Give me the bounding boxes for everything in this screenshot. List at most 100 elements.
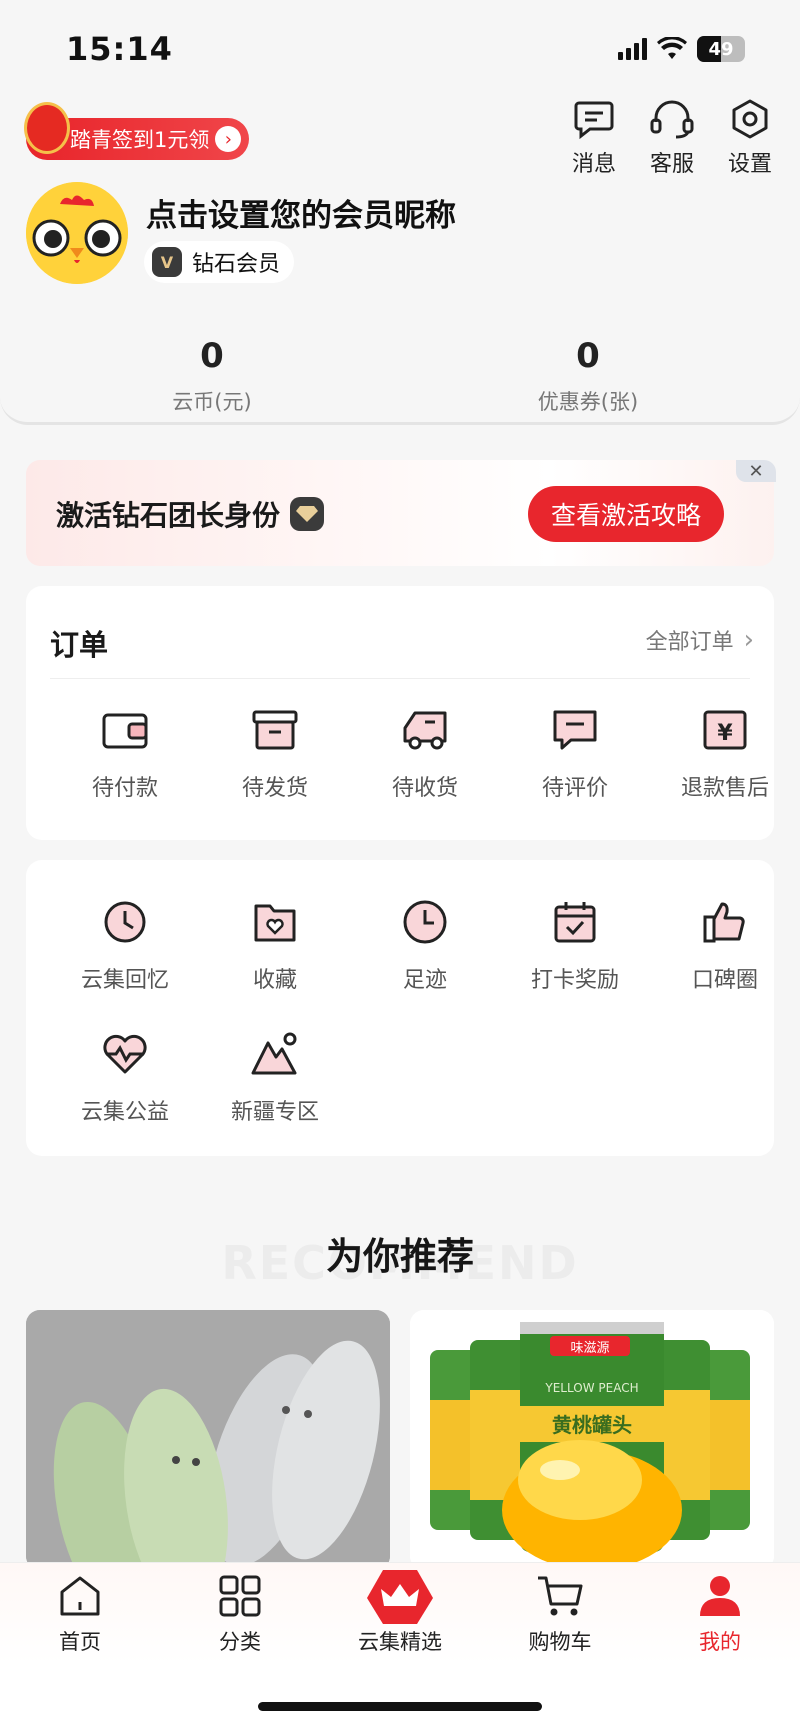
product-card-slippers[interactable] <box>26 1310 390 1570</box>
divider <box>50 678 750 679</box>
messages-button[interactable]: 消息 <box>564 98 624 178</box>
truck-icon <box>399 704 451 756</box>
cloud-coin-value: 0 <box>200 336 224 376</box>
history-icon <box>99 896 151 948</box>
order-refund[interactable]: ¥ 退款售后 <box>650 704 800 802</box>
all-orders-label: 全部订单 <box>645 630 734 655</box>
order-item-label: 待评价 <box>541 776 608 801</box>
service-label: 新疆专区 <box>230 1100 319 1125</box>
thumbs-up-icon <box>699 896 751 948</box>
favorite-folder-icon <box>249 896 301 948</box>
view-activation-guide-button[interactable]: 查看激活攻略 <box>528 486 724 542</box>
banner-title-wrap: 激活钻石团长身份 <box>56 494 325 534</box>
settings-icon <box>732 99 768 139</box>
cart-icon <box>538 1576 583 1616</box>
services-card: 云集回忆 收藏 足迹 打卡奖励 口碑圈 云集公益 新疆专区 <box>26 860 774 1156</box>
vip-badge-icon: V <box>152 247 182 277</box>
customer-service-button[interactable]: 客服 <box>642 98 702 178</box>
orders-title: 订单 <box>50 628 109 662</box>
svg-text:¥: ¥ <box>717 721 733 746</box>
settings-button[interactable]: 设置 <box>720 98 780 178</box>
service-xinjiang-zone[interactable]: 新疆专区 <box>200 1028 350 1126</box>
tab-label: 分类 <box>219 1630 261 1654</box>
cellular-signal-icon <box>618 38 647 60</box>
order-item-label: 待付款 <box>91 776 158 801</box>
stats-panel-edge <box>0 395 800 425</box>
tab-featured[interactable]: 云集精选 <box>340 1568 460 1656</box>
member-level-label: 钻石会员 <box>192 252 281 277</box>
status-time: 15:14 <box>66 30 173 68</box>
order-item-label: 待收货 <box>391 776 458 801</box>
service-label: 收藏 <box>252 968 297 993</box>
yellow-peach-can-product-image: 味滋源 YELLOW PEACH 黄桃罐头 <box>410 1310 774 1570</box>
chevron-right-icon: › <box>215 126 242 152</box>
order-pending-payment[interactable]: 待付款 <box>50 704 200 802</box>
tab-home[interactable]: 首页 <box>20 1574 140 1656</box>
service-favorites[interactable]: 收藏 <box>200 896 350 994</box>
tab-cart[interactable]: 购物车 <box>500 1574 620 1656</box>
chick-avatar-icon <box>26 182 128 284</box>
checkin-promo-button[interactable]: 踏青签到1元领 › <box>24 102 250 160</box>
battery-icon: 49 <box>697 36 745 62</box>
order-item-label: 退款售后 <box>680 776 769 801</box>
settings-label: 设置 <box>727 152 772 177</box>
all-orders-link[interactable]: 全部订单 › <box>646 624 754 656</box>
chevron-right-icon: › <box>743 625 754 655</box>
tab-label: 购物车 <box>528 1630 592 1654</box>
coupon-value: 0 <box>576 336 600 376</box>
service-checkin-rewards[interactable]: 打卡奖励 <box>500 896 650 994</box>
profile-icon <box>700 1576 740 1616</box>
mountain-icon <box>249 1028 301 1080</box>
slippers-product-image <box>26 1310 390 1570</box>
lantern-icon <box>24 102 70 154</box>
home-icon <box>60 1576 100 1616</box>
order-pending-receipt[interactable]: 待收货 <box>350 704 500 802</box>
orders-card: 订单 全部订单 › 待付款 待发货 待收货 待评价 ¥ 退款售后 <box>26 586 774 840</box>
product-card-yellow-peach[interactable]: 味滋源 YELLOW PEACH 黄桃罐头 <box>410 1310 774 1570</box>
battery-level: 49 <box>708 38 734 60</box>
order-pending-shipment[interactable]: 待发货 <box>200 704 350 802</box>
tab-label: 我的 <box>699 1630 741 1654</box>
tab-label: 首页 <box>59 1630 101 1654</box>
service-label: 打卡奖励 <box>530 968 619 993</box>
refund-icon: ¥ <box>699 704 751 756</box>
diamond-icon <box>290 497 325 531</box>
service-label: 云集公益 <box>80 1100 169 1125</box>
recommend-title: 为你推荐 <box>326 1235 474 1278</box>
close-icon[interactable]: ✕ <box>736 460 776 482</box>
service-memories[interactable]: 云集回忆 <box>50 896 200 994</box>
member-level-badge[interactable]: V 钻石会员 <box>144 241 295 283</box>
en-text: YELLOW PEACH <box>544 1381 638 1395</box>
clock-icon <box>399 896 451 948</box>
cn-text: 黄桃罐头 <box>552 1413 632 1437</box>
service-charity[interactable]: 云集公益 <box>50 1028 200 1126</box>
comment-icon <box>549 704 601 756</box>
crown-icon <box>367 1570 433 1624</box>
service-label: 云集回忆 <box>80 968 169 993</box>
grid-icon <box>219 1575 261 1617</box>
avatar[interactable] <box>26 182 128 284</box>
heart-pulse-icon <box>99 1028 151 1080</box>
home-indicator <box>258 1702 542 1711</box>
nickname[interactable]: 点击设置您的会员昵称 <box>146 190 456 235</box>
checkin-label: 踏青签到1元领 <box>70 128 210 152</box>
tab-label: 云集精选 <box>358 1630 442 1654</box>
brand-text: 味滋源 <box>570 1341 609 1356</box>
message-icon <box>574 101 614 140</box>
calendar-check-icon <box>549 896 601 948</box>
service-footprints[interactable]: 足迹 <box>350 896 500 994</box>
order-pending-review[interactable]: 待评价 <box>500 704 650 802</box>
customer-service-label: 客服 <box>649 152 694 177</box>
messages-label: 消息 <box>571 152 616 177</box>
headset-icon <box>650 100 694 139</box>
tab-category[interactable]: 分类 <box>180 1574 300 1656</box>
service-label: 口碑圈 <box>691 968 758 993</box>
wifi-icon <box>657 37 687 59</box>
order-item-label: 待发货 <box>241 776 308 801</box>
wallet-icon <box>99 704 151 756</box>
box-icon <box>249 704 301 756</box>
service-reputation-circle[interactable]: 口碑圈 <box>650 896 800 994</box>
activate-leader-banner[interactable]: 激活钻石团长身份 查看激活攻略 <box>26 460 774 566</box>
tab-profile[interactable]: 我的 <box>660 1574 780 1656</box>
service-label: 足迹 <box>402 968 447 993</box>
